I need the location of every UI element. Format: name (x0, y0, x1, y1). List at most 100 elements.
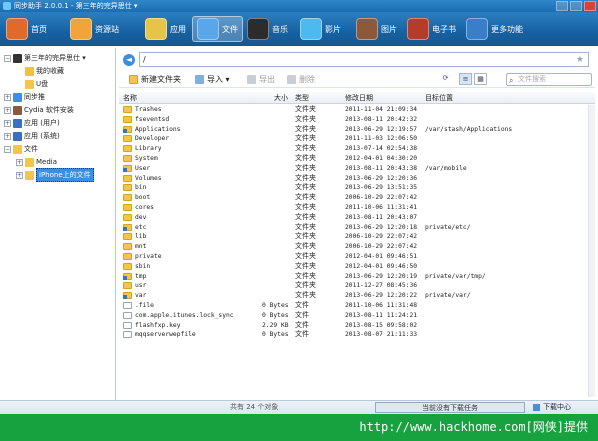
file-row[interactable]: com.apple.itunes.lock_sync 0 Bytes 文件 2013-… (119, 311, 587, 321)
sidebar-item[interactable]: − 文件 (4, 143, 38, 155)
path-bar: ◄ / ★ (119, 52, 595, 68)
sidebar-item-label: 应用 (系统) (24, 132, 60, 140)
toolbar-music-button[interactable]: 音乐 (247, 16, 288, 42)
file-row[interactable]: Applications 文件夹 2013-06-29 12:19:57/var/s… (119, 125, 587, 135)
file-row[interactable]: usr 文件夹 2011-12-27 08:45:36 (119, 281, 587, 291)
toolbar-video-button[interactable]: 影片 (300, 16, 341, 42)
sidebar-item[interactable]: 我的收藏 (16, 65, 64, 77)
toolbar-ebook-button[interactable]: 电子书 (407, 16, 456, 42)
file-row[interactable]: Developer 文件夹 2011-11-03 12:06:50 (119, 134, 587, 144)
refresh-icon[interactable]: ⟳ (439, 73, 452, 85)
download-center-button[interactable]: 下载中心 (533, 401, 571, 414)
music-icon (247, 18, 269, 40)
sidebar-item[interactable]: + Cydia 软件安装 (4, 104, 74, 116)
file-row[interactable]: etc 文件夹 2013-06-29 12:20:18 private/etc/ (119, 223, 587, 233)
folder-link-icon (123, 272, 132, 280)
file-modified: 2011-11-04 21:09:34 (345, 106, 418, 113)
file-row[interactable]: sbin 文件夹 2012-04-01 09:46:50 (119, 262, 587, 272)
file-row[interactable]: dev 文件夹 2013-08-11 20:43:07 (119, 213, 587, 223)
file-modified: 2011-11-03 12:06:50 (345, 135, 418, 143)
new-folder-button[interactable]: 新建文件夹 (129, 73, 181, 86)
sidebar-item[interactable]: + iPhone上的文件 (16, 168, 94, 182)
toolbar-more-button[interactable]: 更多功能 (466, 16, 523, 42)
file-name: com.apple.itunes.lock_sync (135, 311, 234, 319)
file-row[interactable]: Volumes 文件夹 2013-06-29 12:20:36 (119, 174, 587, 184)
file-modified: 2013-06-29 12:20:19 (345, 272, 418, 280)
toolbar-label: 更多功能 (491, 24, 523, 34)
sidebar-item-label: 第三年的完异思仕 ▾ (24, 54, 86, 62)
folder-icon (123, 204, 132, 211)
file-row[interactable]: private 文件夹 2012-04-01 09:46:51 (119, 252, 587, 262)
file-size: 0 Bytes (262, 331, 289, 339)
import-button[interactable]: 导入 ▾ (195, 73, 230, 86)
file-row[interactable]: flashfxp.key 2.29 KB 文件 2013-08-15 09:58:02 (119, 321, 587, 331)
search-input[interactable]: ⌕ 文件搜索 (506, 73, 592, 86)
sidebar-item[interactable]: + Media (16, 156, 57, 168)
path-field[interactable]: / ★ (139, 52, 589, 67)
column-name[interactable]: 名称 (123, 92, 137, 104)
file-row[interactable]: .file 0 Bytes 文件 2011-10-06 11:31:48 (119, 301, 587, 311)
back-icon[interactable]: ◄ (123, 54, 135, 66)
expand-toggle-icon[interactable]: + (4, 119, 11, 127)
download-task-status[interactable]: 当前没有下载任务 (375, 402, 525, 413)
expand-toggle-icon[interactable]: + (16, 171, 23, 179)
toolbar-files-button[interactable]: 文件 (192, 16, 243, 42)
expand-toggle-icon[interactable]: − (4, 145, 11, 153)
toolbar-apps-button[interactable]: 应用 (145, 16, 186, 42)
grid-view-icon[interactable]: ▦ (474, 73, 487, 85)
sidebar-item-label: 同步推 (24, 93, 45, 101)
maximize-button[interactable] (570, 1, 582, 11)
sidebar-tree: − 第三年的完异思仕 ▾ 我的收藏 U盘 + 同步推 + Cydia 软件安装 + 应用 (用户)… (0, 48, 116, 416)
window-controls (556, 1, 596, 11)
toolbar-resource-button[interactable]: 资源站 (70, 16, 119, 42)
action-bar: 新建文件夹 导入 ▾ 导出 删除 ⟳ ≡ ▦ ⌕ 文件搜索 (119, 71, 595, 88)
vertical-scrollbar[interactable] (588, 105, 595, 397)
file-row[interactable]: var 文件夹 2013-06-29 12:20:22 private/var/ (119, 291, 587, 301)
list-view-icon[interactable]: ≡ (459, 73, 472, 85)
minimize-button[interactable] (556, 1, 568, 11)
file-row[interactable]: cores 文件夹 2011-10-06 11:31:41 (119, 203, 587, 213)
toolbar-picture-button[interactable]: 图片 (356, 16, 397, 42)
file-row[interactable]: bin 文件夹 2013-06-29 13:51:35 (119, 183, 587, 193)
file-row[interactable]: mnt 文件夹 2006-10-29 22:07:42 (119, 242, 587, 252)
file-row[interactable]: tmp 文件夹 2013-06-29 12:20:19 private/var/tmp… (119, 272, 587, 282)
file-row[interactable]: Library 文件夹 2013-07-14 02:54:38 (119, 144, 587, 154)
expand-toggle-icon[interactable]: + (16, 158, 23, 166)
app-logo-icon (3, 2, 11, 10)
expand-toggle-icon[interactable]: − (4, 54, 11, 62)
sidebar-item[interactable]: + 应用 (用户) (4, 117, 60, 129)
window-title: 同步助手 2.0.0.1 - 第三年的完异思仕 ▾ (14, 2, 138, 10)
column-modified[interactable]: 修改日期 (345, 92, 373, 104)
file-modified: 2013-07-14 02:54:38 (345, 145, 418, 153)
sidebar-item[interactable]: U盘 (16, 78, 48, 90)
folder-icon (25, 170, 34, 180)
file-row[interactable]: mqqserverwepfile 0 Bytes 文件 2013-08-07 21:1… (119, 330, 587, 340)
sidebar-item[interactable]: + 同步推 (4, 91, 45, 103)
file-row[interactable]: lib 文件夹 2006-10-29 22:07:42 (119, 232, 587, 242)
toolbar-home-button[interactable]: 首页 (6, 16, 47, 42)
sidebar-item[interactable]: + 应用 (系统) (4, 130, 60, 142)
column-target[interactable]: 目标位置 (425, 92, 453, 104)
column-size[interactable]: 大小 (274, 92, 288, 104)
file-row[interactable]: fseventsd 文件夹 2013-08-11 20:42:32 (119, 115, 587, 125)
file-row[interactable]: boot 文件夹 2006-10-29 22:07:42 (119, 193, 587, 203)
file-modified: 2013-06-29 12:20:18 (345, 223, 418, 231)
column-type[interactable]: 类型 (295, 92, 309, 104)
file-modified: 2013-08-11 11:24:21 (345, 311, 418, 319)
file-row[interactable]: Trashes 文件夹 2011-11-04 21:09:34 (119, 105, 587, 115)
sidebar-item[interactable]: − 第三年的完异思仕 ▾ (4, 52, 86, 64)
delete-label: 删除 (299, 75, 315, 84)
expand-toggle-icon[interactable]: + (4, 132, 11, 140)
expand-toggle-icon[interactable]: + (4, 106, 11, 114)
file-row[interactable]: System 文件夹 2012-04-01 04:30:20 (119, 154, 587, 164)
new-folder-icon (129, 75, 138, 84)
favorite-star-icon[interactable]: ★ (576, 54, 584, 67)
close-button[interactable] (584, 1, 596, 11)
expand-toggle-icon[interactable]: + (4, 93, 11, 101)
export-label: 导出 (259, 75, 275, 84)
delete-button[interactable]: 删除 (287, 73, 315, 86)
watermark-text: http://www.hackhome.com[网侠]提供 (359, 420, 588, 434)
sidebar-item-label: iPhone上的文件 (36, 168, 94, 182)
export-button[interactable]: 导出 (247, 73, 275, 86)
file-row[interactable]: User 文件夹 2013-08-11 20:43:38/var/mobile (119, 164, 587, 174)
